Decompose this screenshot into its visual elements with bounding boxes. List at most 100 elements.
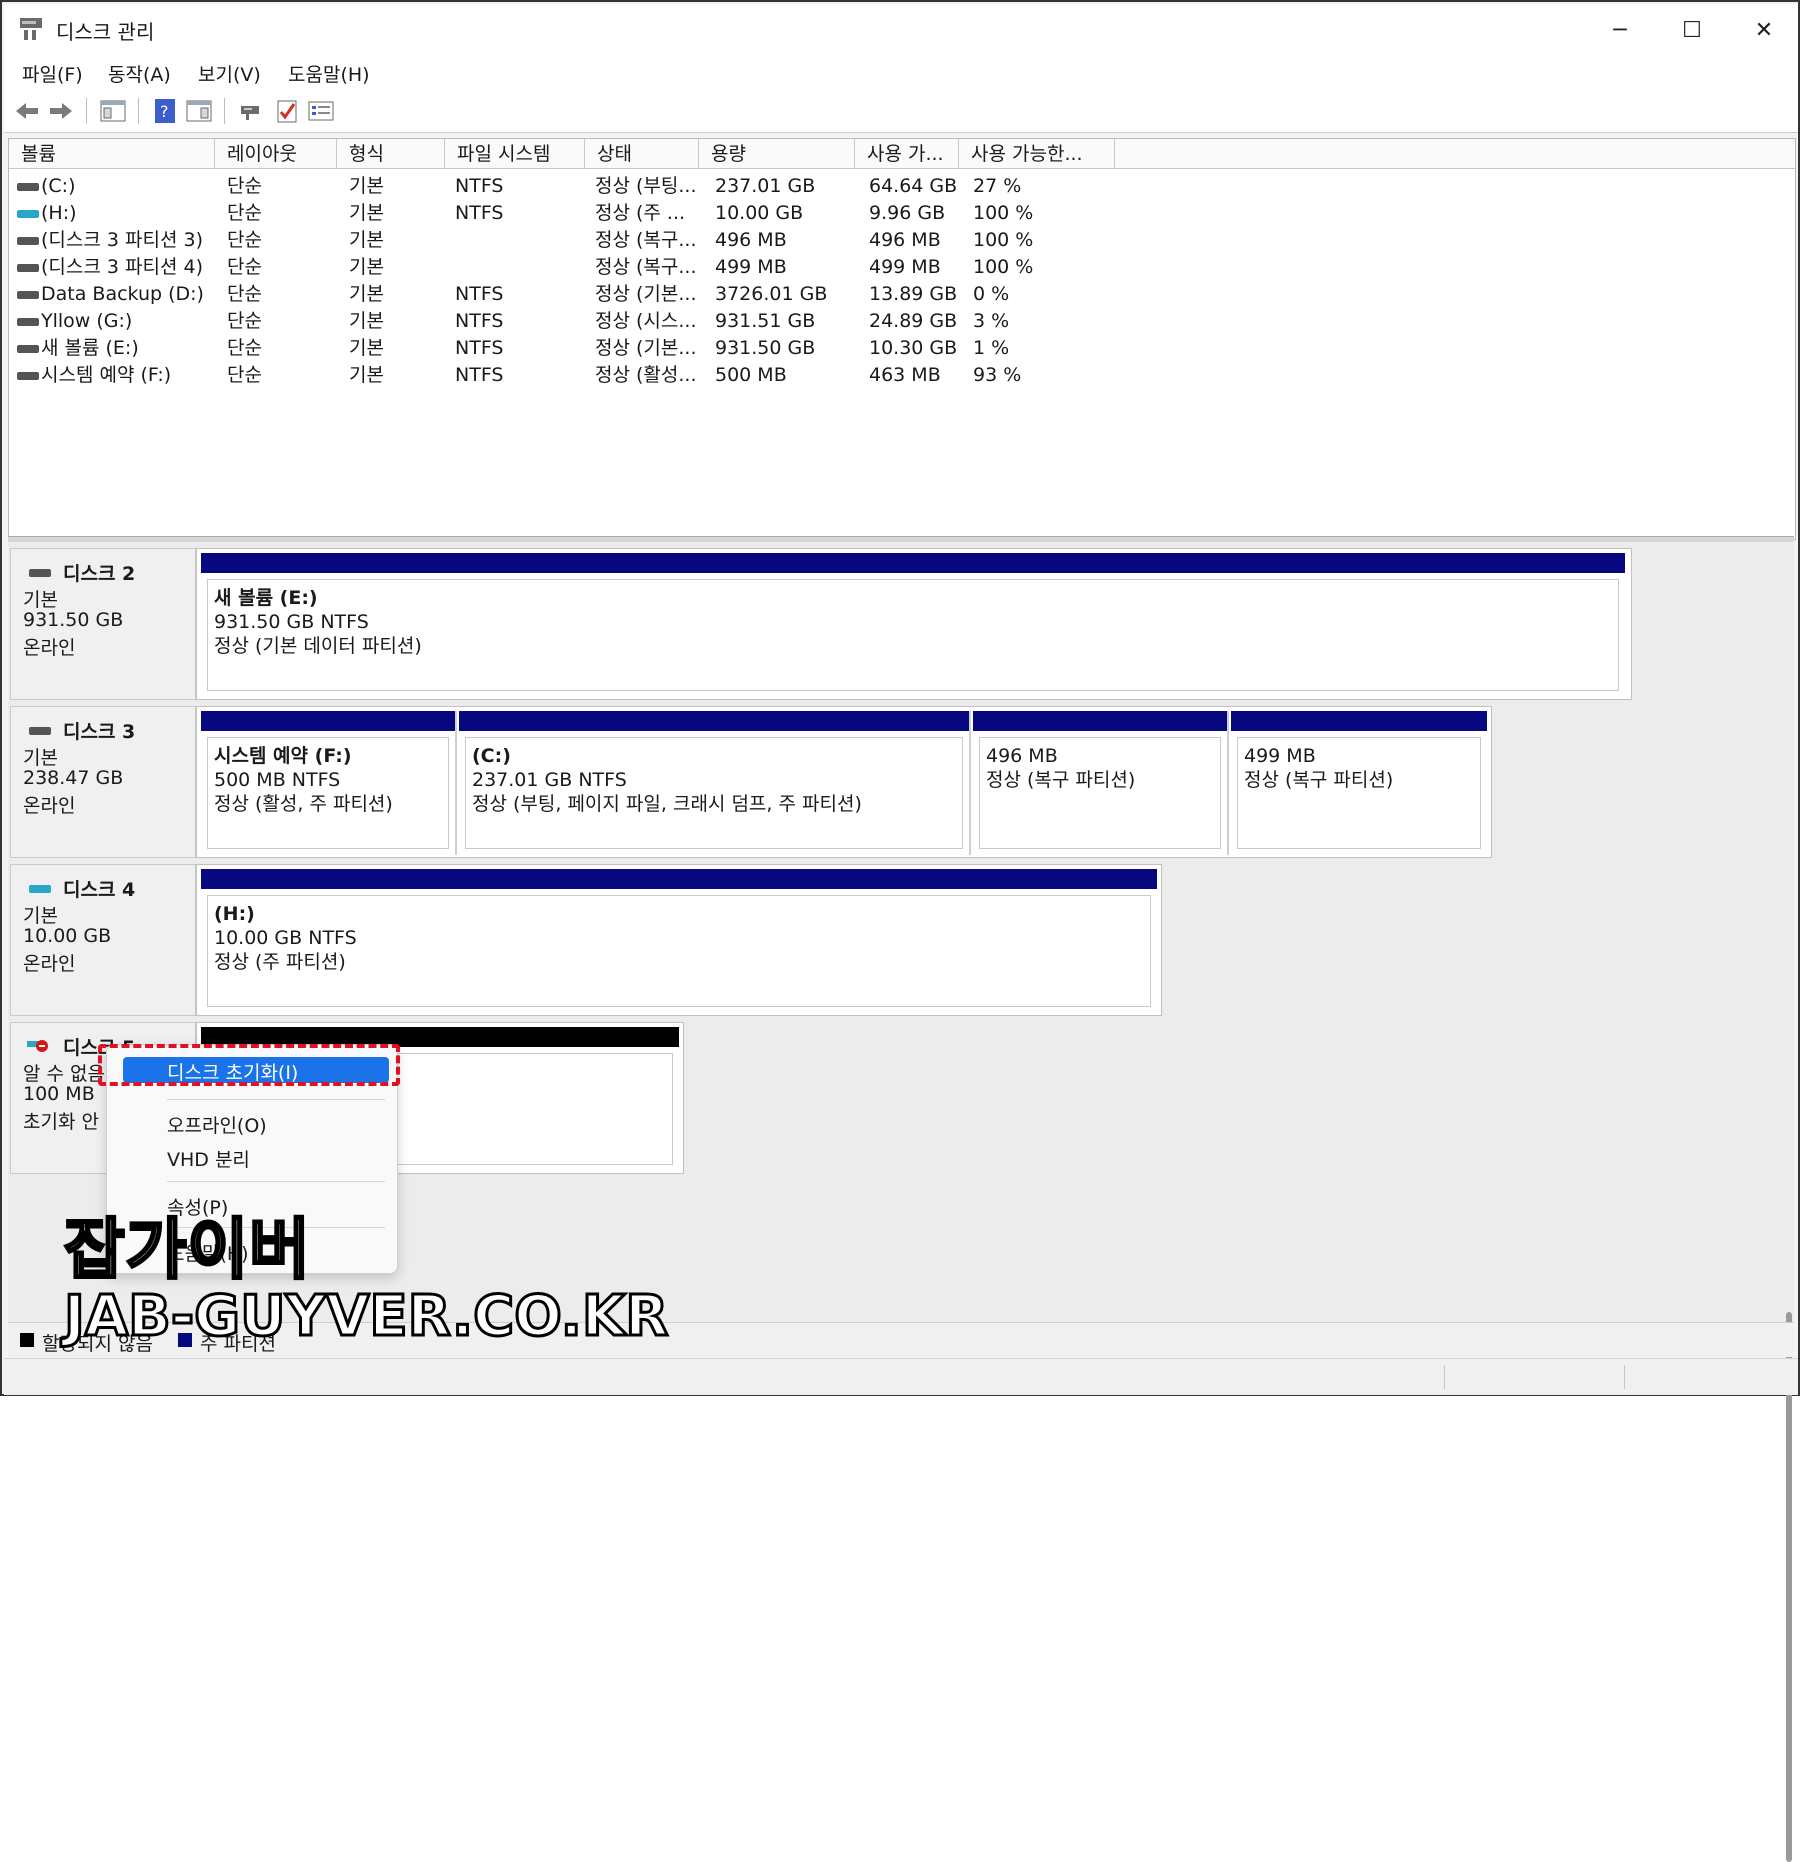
column-header[interactable]: 형식 (337, 139, 445, 169)
volume-cell: 93 % (973, 364, 1022, 386)
volume-cell: 3726.01 GB (715, 283, 828, 305)
partition-info: 499 MB 정상 (복구 파티션) (1237, 737, 1481, 849)
toolbar: ? (4, 90, 1798, 133)
volume-cell: 463 MB (869, 364, 941, 386)
partition-h[interactable]: (H:) 10.00 GB NTFS 정상 (주 파티션) (201, 869, 1157, 1013)
volume-row[interactable]: (C:) 단순 기본 NTFS 정상 (부팅... 237.01 GB 64.64 GB 27… (9, 173, 1795, 200)
partition-bar (201, 869, 1157, 889)
partition-disk3-3[interactable]: 496 MB 정상 (복구 파티션) (973, 711, 1229, 855)
partition-size: 500 MB NTFS (214, 769, 341, 791)
partition-c[interactable]: (C:) 237.01 GB NTFS 정상 (부팅, 페이지 파일, 크래시 … (459, 711, 971, 855)
volume-cell: 0 % (973, 283, 1010, 305)
partition-size: 499 MB (1244, 745, 1316, 767)
disk-4-label[interactable]: 디스크 4 기본 10.00 GB 온라인 (10, 864, 196, 1016)
volume-cell: 931.51 GB (715, 310, 816, 332)
help-icon[interactable]: ? (150, 96, 180, 126)
partition-info: 새 볼륨 (E:) 931.50 GB NTFS 정상 (기본 데이터 파티션) (207, 579, 1619, 691)
volume-row[interactable]: (H:) 단순 기본 NTFS 정상 (주 ... 10.00 GB 9.96 GB 100 … (9, 200, 1795, 227)
volume-row[interactable]: (디스크 3 파티션 4) 단순 기본 정상 (복구... 499 MB 499 MB 10… (9, 254, 1795, 281)
drive-icon (17, 372, 39, 380)
partition-status: 정상 (복구 파티션) (986, 769, 1136, 791)
window-title: 디스크 관리 (56, 20, 155, 44)
volume-cell: 단순 (227, 283, 262, 305)
properties-icon[interactable] (306, 96, 336, 126)
action-pane-icon[interactable] (184, 96, 214, 126)
menu-file[interactable]: 파일(F) (22, 60, 83, 87)
volume-row[interactable]: 시스템 예약 (F:) 단순 기본 NTFS 정상 (활성... 500 MB 463 MB… (9, 362, 1795, 389)
unallocated-swatch (20, 1333, 34, 1347)
column-header[interactable]: 사용 가... (855, 139, 959, 169)
partition-info: 496 MB 정상 (복구 파티션) (979, 737, 1221, 849)
partition-name: 시스템 예약 (F:) (214, 745, 352, 767)
check-icon[interactable] (272, 96, 302, 126)
volume-row[interactable]: 새 볼륨 (E:) 단순 기본 NTFS 정상 (기본... 931.50 GB 10.30… (9, 335, 1795, 362)
column-header[interactable]: 상태 (585, 139, 699, 169)
volume-cell: 정상 (기본... (595, 283, 697, 305)
menu-view[interactable]: 보기(V) (198, 60, 261, 87)
partition-disk3-4[interactable]: 499 MB 정상 (복구 파티션) (1231, 711, 1487, 855)
partition-size: 931.50 GB NTFS (214, 611, 369, 633)
partition-status: 정상 (복구 파티션) (1244, 769, 1394, 791)
disk-3-label[interactable]: 디스크 3 기본 238.47 GB 온라인 (10, 706, 196, 858)
volume-row[interactable]: (디스크 3 파티션 3) 단순 기본 정상 (복구... 496 MB 496 MB 10… (9, 227, 1795, 254)
volume-cell: 500 MB (715, 364, 787, 386)
disk-icon (29, 727, 51, 735)
volume-list-header: 볼륨 레이아웃 형식 파일 시스템 상태 용량 사용 가... 사용 가능한... (9, 139, 1795, 169)
forward-icon[interactable] (46, 96, 76, 126)
volume-cell: NTFS (455, 283, 504, 305)
disk-icon (29, 885, 51, 893)
partition-f[interactable]: 시스템 예약 (F:) 500 MB NTFS 정상 (활성, 주 파티션) (201, 711, 457, 855)
volume-cell: (C:) (41, 175, 76, 197)
disk-type: 기본 (23, 589, 58, 611)
maximize-icon: ☐ (1682, 17, 1702, 43)
show-hide-console-icon[interactable] (98, 96, 128, 126)
maximize-button[interactable]: ☐ (1662, 10, 1722, 50)
drive-icon (17, 237, 39, 245)
column-header[interactable]: 볼륨 (9, 139, 215, 169)
volume-cell: NTFS (455, 337, 504, 359)
back-icon[interactable] (12, 96, 42, 126)
column-header[interactable]: 파일 시스템 (445, 139, 585, 169)
volume-cell: (디스크 3 파티션 3) (41, 229, 204, 251)
disk-size: 100 MB (23, 1083, 95, 1105)
partition-size: 10.00 GB NTFS (214, 927, 357, 949)
partition-bar (459, 711, 969, 731)
volume-cell: 정상 (복구... (595, 256, 697, 278)
column-header[interactable]: 사용 가능한... (959, 139, 1115, 169)
volume-row[interactable]: Yllow (G:) 단순 기본 NTFS 정상 (시스... 931.51 GB 24.8… (9, 308, 1795, 335)
partition-e[interactable]: 새 볼륨 (E:) 931.50 GB NTFS 정상 (기본 데이터 파티션) (201, 553, 1625, 697)
partition-status: 정상 (주 파티션) (214, 951, 346, 973)
column-header[interactable]: 용량 (699, 139, 855, 169)
volume-cell: 정상 (주 ... (595, 202, 686, 224)
volume-cell: 100 % (973, 202, 1034, 224)
disk-size: 238.47 GB (23, 767, 124, 789)
volume-cell: 3 % (973, 310, 1010, 332)
volume-cell: 24.89 GB (869, 310, 958, 332)
status-bar (4, 1358, 1798, 1395)
toolbar-separator (138, 98, 139, 124)
volume-cell: NTFS (455, 202, 504, 224)
minimize-button[interactable]: ─ (1590, 10, 1650, 50)
watermark-url: JAB-GUYVER.CO.KR (62, 1283, 669, 1351)
volume-row[interactable]: Data Backup (D:) 단순 기본 NTFS 정상 (기본... 3726.01… (9, 281, 1795, 308)
close-button[interactable]: ✕ (1734, 10, 1794, 50)
column-header[interactable]: 레이아웃 (215, 139, 337, 169)
volume-cell: 27 % (973, 175, 1022, 197)
volume-cell: 정상 (부팅... (595, 175, 697, 197)
partition-info: (C:) 237.01 GB NTFS 정상 (부팅, 페이지 파일, 크래시 … (465, 737, 963, 849)
volume-cell: NTFS (455, 310, 504, 332)
volume-cell: 64.64 GB (869, 175, 958, 197)
volume-cell: 1 % (973, 337, 1010, 359)
menu-help[interactable]: 도움말(H) (288, 60, 370, 87)
volume-cell: 정상 (시스... (595, 310, 697, 332)
menu-detach-vhd[interactable]: VHD 분리 (167, 1145, 250, 1172)
minimize-icon: ─ (1613, 17, 1627, 43)
disk-icon (29, 569, 51, 577)
menu-action[interactable]: 동작(A) (108, 60, 171, 87)
volume-cell: 931.50 GB (715, 337, 816, 359)
disk-size: 931.50 GB (23, 609, 124, 631)
connect-icon[interactable] (236, 96, 266, 126)
toolbar-separator (224, 98, 225, 124)
disk-2-label[interactable]: 디스크 2 기본 931.50 GB 온라인 (10, 548, 196, 700)
menu-offline[interactable]: 오프라인(O) (167, 1111, 267, 1138)
